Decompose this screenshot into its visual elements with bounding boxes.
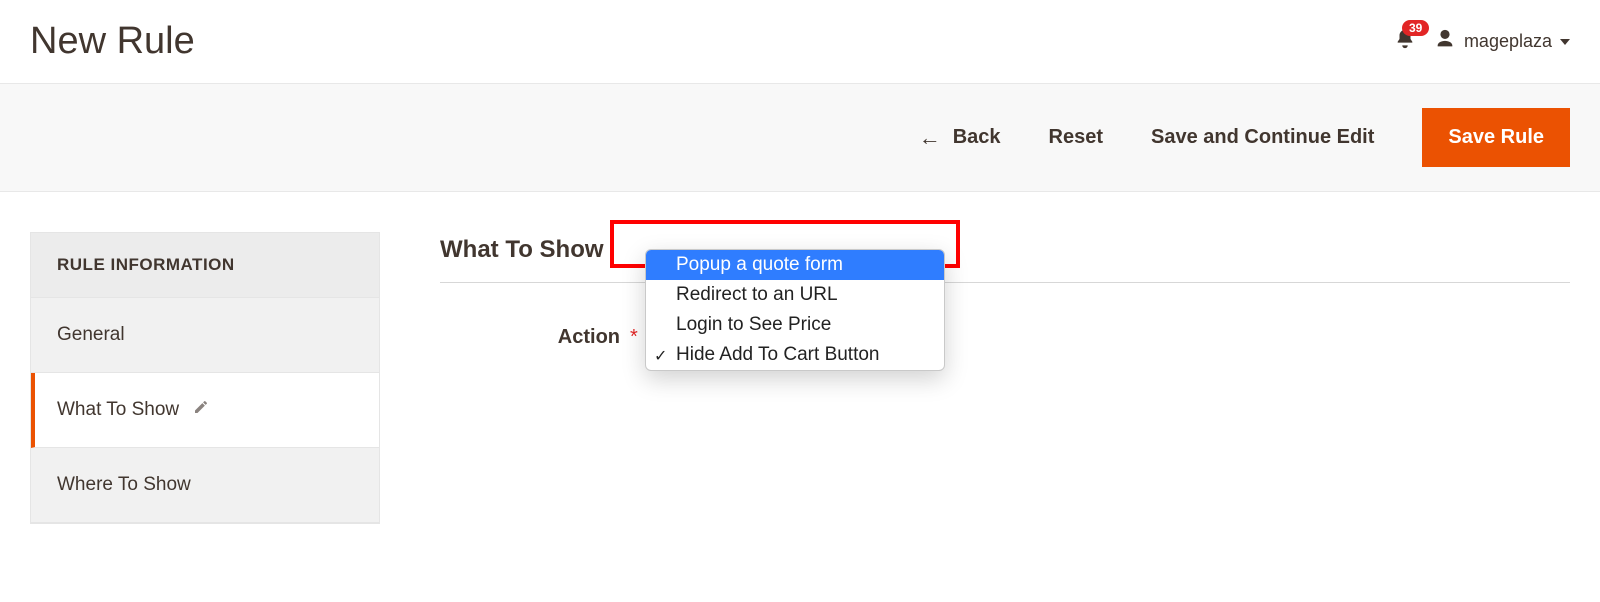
username-label: mageplaza	[1464, 31, 1552, 52]
reset-button[interactable]: Reset	[1049, 126, 1103, 149]
user-menu[interactable]: mageplaza	[1434, 28, 1570, 55]
dropdown-option-login[interactable]: Login to See Price	[646, 310, 944, 340]
tab-what-to-show[interactable]: What To Show	[31, 373, 379, 448]
dropdown-option-label: Hide Add To Cart Button	[676, 344, 880, 365]
notification-badge: 39	[1402, 20, 1429, 36]
notifications-button[interactable]: 39	[1394, 28, 1416, 55]
back-label: Back	[953, 126, 1001, 149]
dropdown-option-hide-cart[interactable]: ✓ Hide Add To Cart Button	[646, 340, 944, 370]
back-button[interactable]: ← Back	[919, 125, 1001, 151]
user-icon	[1434, 28, 1456, 55]
action-toolbar: ← Back Reset Save and Continue Edit Save…	[0, 83, 1600, 192]
save-rule-button[interactable]: Save Rule	[1422, 108, 1570, 167]
chevron-down-icon	[1560, 39, 1570, 45]
pencil-icon	[193, 399, 209, 421]
tab-where-to-show[interactable]: Where To Show	[31, 448, 379, 523]
tab-general[interactable]: General	[31, 298, 379, 373]
tab-label: What To Show	[57, 399, 179, 421]
dropdown-option-redirect[interactable]: Redirect to an URL	[646, 280, 944, 310]
dropdown-option-popup-quote[interactable]: Popup a quote form	[646, 250, 944, 280]
sidebar-title: RULE INFORMATION	[31, 233, 379, 298]
action-dropdown-menu: Popup a quote form Redirect to an URL Lo…	[645, 249, 945, 371]
page-title: New Rule	[30, 20, 195, 63]
save-continue-button[interactable]: Save and Continue Edit	[1151, 126, 1374, 149]
arrow-left-icon: ←	[919, 125, 941, 151]
sidebar: RULE INFORMATION General What To Show Wh…	[30, 232, 380, 524]
section-title: What To Show	[440, 236, 604, 264]
check-icon: ✓	[654, 346, 667, 366]
action-field-label: Action	[440, 326, 630, 349]
